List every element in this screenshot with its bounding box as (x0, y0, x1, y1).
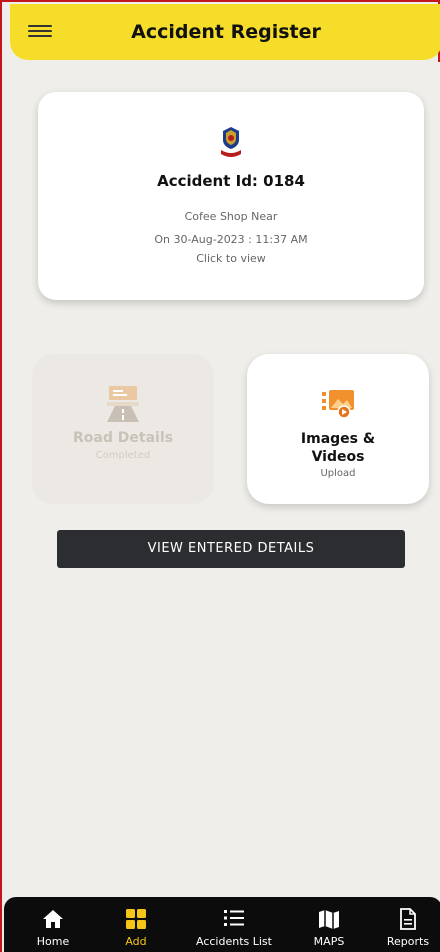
nav-reports-label: Reports (386, 935, 430, 948)
accident-card[interactable]: Accident Id: 0184 Cofee Shop Near On 30-… (38, 92, 424, 300)
grid-icon (126, 909, 146, 929)
hamburger-menu-icon[interactable] (28, 22, 52, 42)
nav-reports[interactable]: Reports (374, 897, 440, 952)
accident-date: On 30-Aug-2023 : 11:37 AM (154, 233, 308, 246)
nav-home[interactable]: Home (22, 897, 84, 952)
app-frame: Accident Register Accident Id: 0184 Cofe… (0, 0, 440, 952)
nav-add-label: Add (125, 935, 147, 948)
home-icon (43, 910, 63, 928)
click-to-view-hint: Click to view (196, 252, 266, 265)
images-videos-status: Upload (320, 468, 356, 479)
road-icon (107, 386, 139, 422)
nav-home-label: Home (36, 935, 70, 948)
accident-location: Cofee Shop Near (184, 210, 278, 223)
map-icon (319, 910, 339, 929)
images-videos-title-line1: Images & (300, 431, 376, 447)
nav-maps[interactable]: MAPS (298, 897, 360, 952)
nav-accidents-list-label: Accidents List (196, 935, 272, 948)
app-header: Accident Register (10, 4, 440, 60)
images-videos-tile[interactable]: Images & Videos Upload (247, 354, 429, 504)
images-videos-title: Images & Videos (247, 430, 429, 466)
view-entered-details-button[interactable]: VIEW ENTERED DETAILS (57, 530, 405, 568)
nav-accidents-list[interactable]: Accidents List (186, 897, 282, 952)
road-details-tile[interactable]: Road Details Completed (32, 354, 214, 504)
road-details-title: Road Details (73, 430, 173, 446)
bottom-navigation: Home Add Accidents List MAPS Reports (4, 897, 440, 952)
nav-maps-label: MAPS (313, 935, 345, 948)
image-video-icon (322, 390, 354, 419)
images-videos-title-line2: Videos (311, 449, 365, 465)
road-details-status: Completed (95, 450, 151, 461)
accident-id: Accident Id: 0184 (157, 172, 305, 190)
report-icon (400, 908, 416, 930)
nav-add[interactable]: Add (106, 897, 166, 952)
police-emblem-icon (221, 127, 241, 157)
page-title: Accident Register (131, 21, 321, 43)
list-icon (224, 910, 244, 926)
